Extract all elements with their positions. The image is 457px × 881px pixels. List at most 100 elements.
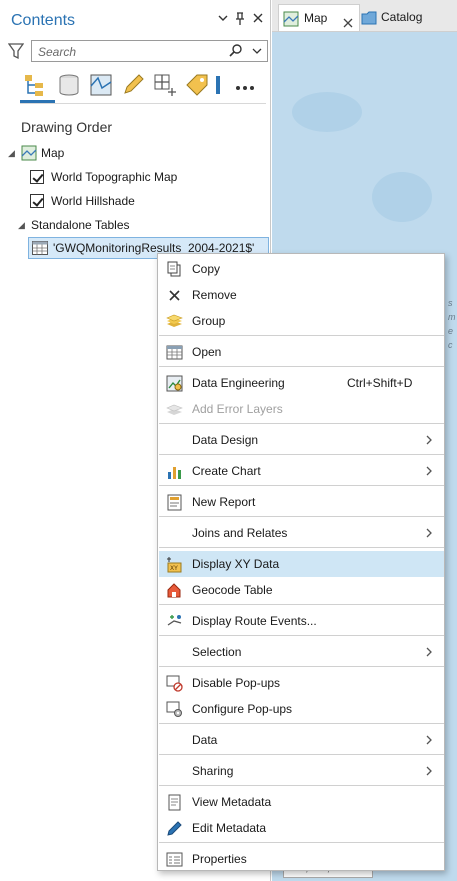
list-by-charts-icon[interactable] <box>214 72 224 98</box>
chevron-down-icon[interactable] <box>215 12 231 28</box>
shortcut-label: Ctrl+Shift+D <box>347 376 413 390</box>
map-texture <box>292 92 362 132</box>
menu-separator <box>159 785 444 786</box>
search-icon[interactable] <box>228 43 244 62</box>
svg-text:XY: XY <box>170 565 178 572</box>
pin-icon[interactable] <box>232 12 248 28</box>
menu-separator <box>159 666 444 667</box>
menu-item-data-engineering[interactable]: Data Engineering Ctrl+Shift+D <box>159 370 444 396</box>
menu-item-create-chart[interactable]: Create Chart <box>159 458 444 484</box>
menu-item-sharing[interactable]: Sharing <box>159 758 444 784</box>
menu-item-open[interactable]: Open <box>159 339 444 365</box>
menu-item-label: Joins and Relates <box>192 526 288 540</box>
tree-item-map[interactable]: ◢ Map <box>8 142 208 164</box>
menu-separator <box>159 516 444 517</box>
list-by-selection-icon[interactable] <box>88 72 114 98</box>
menu-item-label: Add Error Layers <box>192 402 283 416</box>
submenu-arrow-icon <box>425 764 433 778</box>
menu-item-label: Data Engineering <box>192 376 285 390</box>
tree-item-label: Standalone Tables <box>31 218 130 232</box>
menu-item-new-report[interactable]: New Report <box>159 489 444 515</box>
contents-header: Contents <box>0 0 271 36</box>
submenu-arrow-icon <box>425 464 433 478</box>
menu-separator <box>159 335 444 336</box>
menu-separator <box>159 366 444 367</box>
section-heading: Drawing Order <box>21 119 113 135</box>
menu-item-remove[interactable]: Remove <box>159 282 444 308</box>
tab-catalog[interactable]: Catalog <box>360 4 457 31</box>
table-icon <box>166 344 183 361</box>
menu-item-copy[interactable]: Copy <box>159 256 444 282</box>
edit-metadata-icon <box>166 820 183 837</box>
context-menu: Copy Remove Group Open Data Engineering … <box>157 253 445 871</box>
menu-item-view-metadata[interactable]: View Metadata <box>159 789 444 815</box>
chart-icon <box>166 463 183 480</box>
menu-separator <box>159 635 444 636</box>
menu-item-label: Edit Metadata <box>192 821 267 835</box>
expand-caret-icon[interactable]: ◢ <box>18 214 25 236</box>
group-layers-icon <box>166 313 183 330</box>
menu-item-data[interactable]: Data <box>159 727 444 753</box>
menu-item-disable-popups[interactable]: Disable Pop-ups <box>159 670 444 696</box>
menu-separator <box>159 454 444 455</box>
list-by-snapping-icon[interactable] <box>152 72 178 98</box>
expand-caret-icon[interactable]: ◢ <box>8 142 15 164</box>
xy-data-icon: XY <box>166 556 183 573</box>
search-input[interactable] <box>38 44 218 59</box>
menu-item-label: Geocode Table <box>192 583 273 597</box>
menu-separator <box>159 754 444 755</box>
menu-separator <box>159 604 444 605</box>
menu-separator <box>159 723 444 724</box>
menu-item-label: Display Route Events... <box>192 614 317 628</box>
search-dropdown-icon[interactable] <box>251 45 263 60</box>
table-icon <box>32 241 48 258</box>
visibility-checkbox[interactable] <box>30 194 44 208</box>
tree-item-world-hillshade[interactable]: World Hillshade <box>30 190 260 212</box>
list-by-source-icon[interactable] <box>56 72 82 98</box>
pane-title: Contents <box>11 12 76 29</box>
menu-item-label: Create Chart <box>192 464 261 478</box>
submenu-arrow-icon <box>425 433 433 447</box>
map-label-line: e c <box>448 326 454 350</box>
menu-item-geocode-table[interactable]: Geocode Table <box>159 577 444 603</box>
geocode-icon <box>166 582 183 599</box>
route-events-icon <box>166 613 183 630</box>
tab-map[interactable]: Map <box>278 4 360 31</box>
menu-item-edit-metadata[interactable]: Edit Metadata <box>159 815 444 841</box>
disable-popups-icon <box>166 675 183 692</box>
tree-item-standalone-tables[interactable]: ◢ Standalone Tables <box>8 214 238 236</box>
menu-item-properties[interactable]: Properties <box>159 846 444 872</box>
tree-item-label: Map <box>41 146 65 160</box>
menu-item-configure-popups[interactable]: Configure Pop-ups <box>159 696 444 722</box>
menu-item-data-design[interactable]: Data Design <box>159 427 444 453</box>
menu-item-selection[interactable]: Selection <box>159 639 444 665</box>
list-by-editing-icon[interactable] <box>120 72 146 98</box>
data-engineering-icon <box>166 375 183 392</box>
visibility-checkbox[interactable] <box>30 170 44 184</box>
menu-item-label: Remove <box>192 288 237 302</box>
error-layers-icon <box>166 401 183 418</box>
list-by-labeling-icon[interactable] <box>184 72 210 98</box>
search-box <box>31 40 268 62</box>
menu-item-label: Sharing <box>192 764 234 778</box>
menu-item-label: Display XY Data <box>192 557 280 571</box>
map-label: s m e c <box>448 296 457 352</box>
tree-item-label: World Topographic Map <box>51 170 178 184</box>
list-by-drawing-order-icon[interactable] <box>23 72 49 98</box>
remove-icon <box>166 287 183 304</box>
tab-label: Map <box>304 11 328 25</box>
close-icon[interactable] <box>250 12 266 28</box>
properties-icon <box>166 851 183 868</box>
menu-item-display-xy-data[interactable]: XY Display XY Data <box>159 551 444 577</box>
map-texture <box>372 172 432 222</box>
filter-row <box>7 40 268 63</box>
more-icon[interactable] <box>232 72 258 98</box>
map-tab-strip: Map Catalog <box>272 0 457 32</box>
filter-icon[interactable] <box>7 42 25 63</box>
map-label-line: s m <box>448 298 456 322</box>
menu-item-group[interactable]: Group <box>159 308 444 334</box>
menu-item-display-route-events[interactable]: Display Route Events... <box>159 608 444 634</box>
tree-item-world-topographic[interactable]: World Topographic Map <box>30 166 260 188</box>
menu-item-joins-relates[interactable]: Joins and Relates <box>159 520 444 546</box>
divider <box>20 103 266 104</box>
